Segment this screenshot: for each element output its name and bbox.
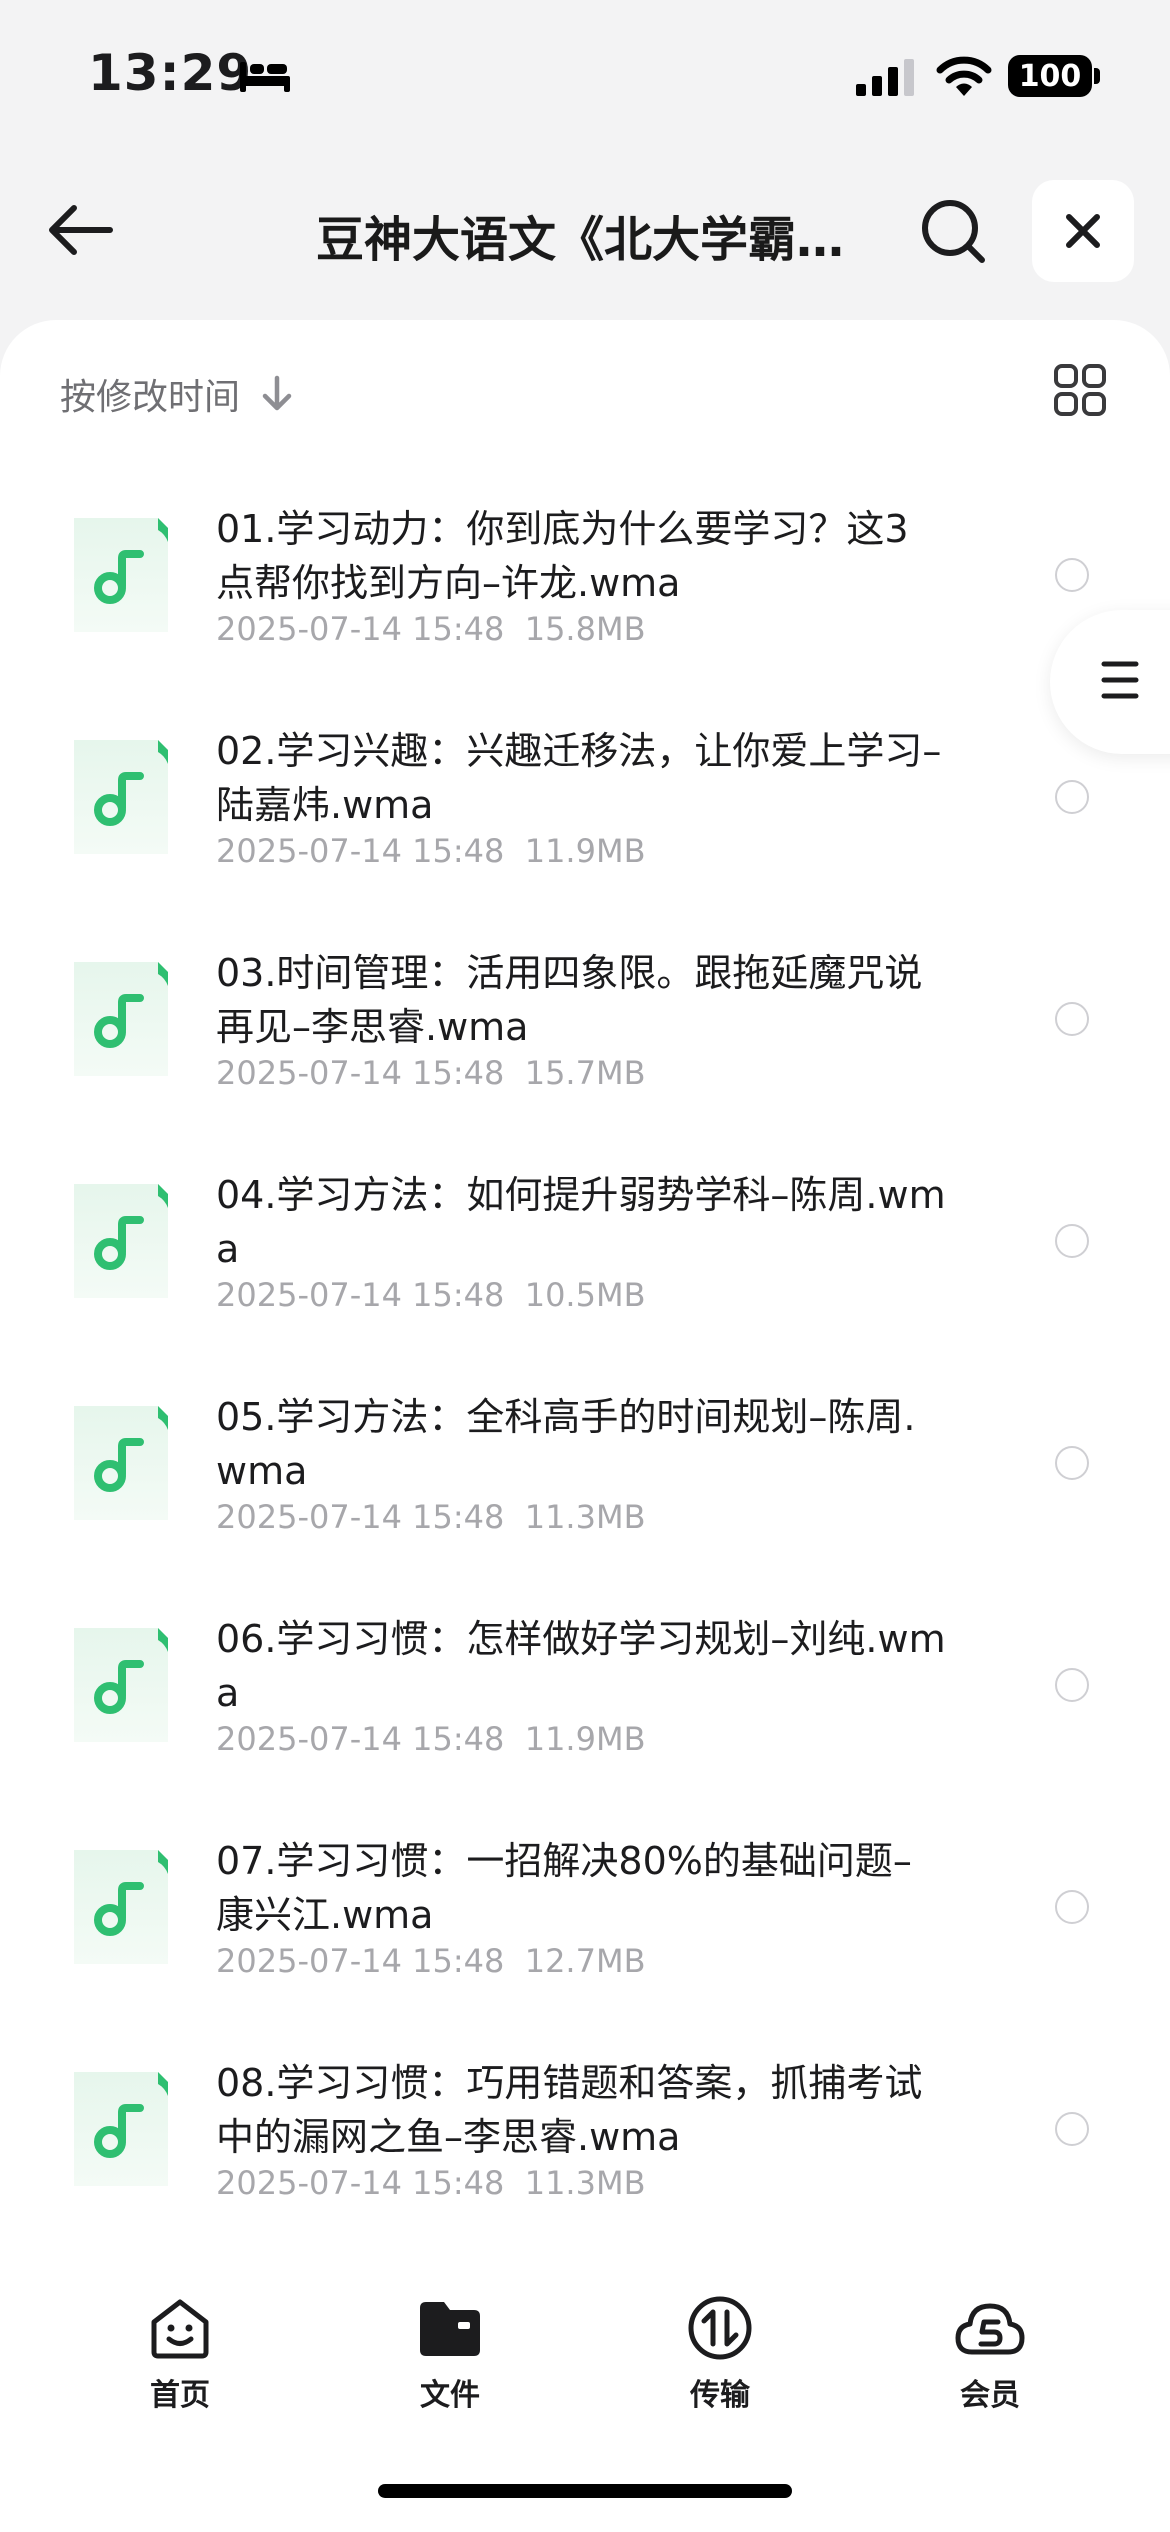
battery-level: 100 [1018, 58, 1082, 94]
tab-label: 会员 [960, 2378, 1020, 2413]
audio-file-icon [74, 962, 168, 1076]
file-name: 02.学习兴趣：兴趣迁移法，让你爱上学习–陆嘉炜.wma [216, 729, 942, 827]
file-list: 01.学习动力：你到底为什么要学习？这3点帮你找到方向–许龙.wma 2025-… [0, 480, 1170, 2256]
tab-label: 首页 [150, 2378, 210, 2413]
file-row[interactable]: 05.学习方法：全科高手的时间规划–陈周.wma 2025-07-14 15:4… [0, 1368, 1170, 1590]
tab-label: 文件 [420, 2378, 480, 2413]
audio-file-icon [74, 1184, 168, 1298]
audio-file-icon [74, 1850, 168, 1964]
file-row[interactable]: 06.学习习惯：怎样做好学习规划–刘纯.wma 2025-07-14 15:48… [0, 1590, 1170, 1812]
grid-view-icon[interactable] [1052, 362, 1108, 418]
audio-file-icon [74, 518, 168, 632]
wifi-icon [936, 56, 992, 96]
file-row[interactable]: 08.学习习惯：巧用错题和答案，抓捕考试中的漏网之鱼–李思睿.wma 2025-… [0, 2034, 1170, 2256]
file-row[interactable]: 04.学习方法：如何提升弱势学科–陈周.wma 2025-07-14 15:48… [0, 1146, 1170, 1368]
status-bar: 13:29 100 [0, 0, 1170, 150]
tab-files[interactable]: 文件 [370, 2292, 530, 2413]
file-name: 03.时间管理：活用四象限。跟拖延魔咒说再见–李思睿.wma [216, 951, 923, 1049]
arrow-down-icon [262, 375, 292, 411]
select-radio[interactable] [1055, 2112, 1089, 2146]
nav-bar: 豆神大语文《北大学霸… [0, 170, 1170, 290]
folder-icon [420, 2302, 480, 2356]
close-icon [1066, 214, 1100, 248]
select-radio[interactable] [1055, 780, 1089, 814]
tab-transfer[interactable]: 传输 [640, 2292, 800, 2413]
file-meta: 2025-07-14 15:48 15.8MB [216, 610, 646, 648]
sleep-bed-icon [240, 62, 290, 92]
back-arrow-icon[interactable] [40, 198, 122, 262]
file-name: 01.学习动力：你到底为什么要学习？这3点帮你找到方向–许龙.wma [216, 507, 909, 605]
file-name: 06.学习习惯：怎样做好学习规划–刘纯.wma [216, 1617, 946, 1715]
audio-file-icon [74, 1406, 168, 1520]
file-row[interactable]: 01.学习动力：你到底为什么要学习？这3点帮你找到方向–许龙.wma 2025-… [0, 480, 1170, 702]
page-title: 豆神大语文《北大学霸… [315, 212, 844, 268]
home-smile-icon [151, 2299, 209, 2359]
audio-file-icon [74, 2072, 168, 2186]
file-meta: 2025-07-14 15:48 11.9MB [216, 832, 646, 870]
file-list-sheet: 按修改时间 01.学习动力：你到底为什么要学习？这3点帮你找到方向–许龙.wma… [0, 320, 1170, 2532]
transfer-icon [688, 2296, 752, 2360]
file-name: 04.学习方法：如何提升弱势学科–陈周.wma [216, 1173, 946, 1271]
file-row[interactable]: 03.时间管理：活用四象限。跟拖延魔咒说再见–李思睿.wma 2025-07-1… [0, 924, 1170, 1146]
file-name: 08.学习习惯：巧用错题和答案，抓捕考试中的漏网之鱼–李思睿.wma [216, 2061, 923, 2159]
file-row[interactable]: 07.学习习惯：一招解决80%的基础问题–康兴江.wma 2025-07-14 … [0, 1812, 1170, 2034]
file-meta: 2025-07-14 15:48 10.5MB [216, 1276, 646, 1314]
select-radio[interactable] [1055, 1890, 1089, 1924]
status-time: 13:29 [88, 44, 253, 102]
tab-home[interactable]: 首页 [100, 2292, 260, 2413]
file-meta: 2025-07-14 15:48 11.3MB [216, 2164, 646, 2202]
battery-indicator: 100 [1008, 55, 1092, 97]
close-button[interactable] [1032, 180, 1134, 282]
file-row[interactable]: 02.学习兴趣：兴趣迁移法，让你爱上学习–陆嘉炜.wma 2025-07-14 … [0, 702, 1170, 924]
tab-label: 传输 [690, 2378, 750, 2413]
home-indicator [378, 2484, 792, 2498]
sort-label: 按修改时间 [60, 377, 241, 418]
file-name: 07.学习习惯：一招解决80%的基础问题–康兴江.wma [216, 1839, 912, 1937]
audio-file-icon [74, 740, 168, 854]
file-meta: 2025-07-14 15:48 11.9MB [216, 1720, 646, 1758]
select-radio[interactable] [1055, 1446, 1089, 1480]
cloud-vip-icon [955, 2303, 1025, 2355]
menu-list-icon [1101, 661, 1139, 699]
search-icon[interactable] [918, 196, 990, 268]
sort-control[interactable]: 按修改时间 [60, 364, 294, 424]
file-meta: 2025-07-14 15:48 11.3MB [216, 1498, 646, 1536]
select-radio[interactable] [1055, 1668, 1089, 1702]
select-radio[interactable] [1055, 1224, 1089, 1258]
file-meta: 2025-07-14 15:48 12.7MB [216, 1942, 646, 1980]
audio-file-icon [74, 1628, 168, 1742]
cellular-signal-icon [856, 59, 914, 96]
battery-tip [1094, 68, 1100, 84]
select-radio[interactable] [1055, 1002, 1089, 1036]
tab-vip[interactable]: 会员 [910, 2292, 1070, 2413]
file-name: 05.学习方法：全科高手的时间规划–陈周.wma [216, 1395, 916, 1493]
file-meta: 2025-07-14 15:48 15.7MB [216, 1054, 646, 1092]
select-radio[interactable] [1055, 558, 1089, 592]
